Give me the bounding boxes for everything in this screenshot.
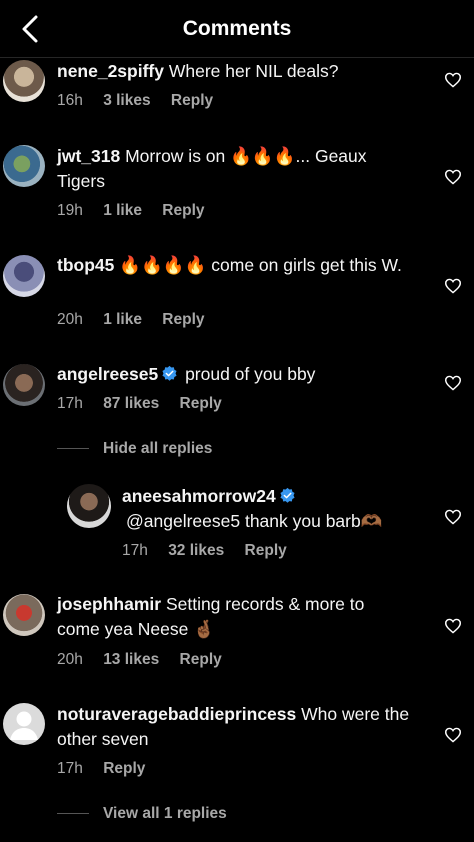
- avatar[interactable]: [3, 703, 45, 745]
- reply-username[interactable]: aneesahmorrow24: [122, 486, 276, 506]
- comment-text: 🔥🔥🔥🔥 come on girls get this W.: [119, 255, 402, 275]
- avatar[interactable]: [3, 364, 45, 406]
- comment-likes[interactable]: 1 like: [103, 311, 142, 329]
- comment-time: 17h: [57, 395, 83, 412]
- reply-time: 17h: [122, 542, 148, 559]
- divider: [57, 813, 89, 815]
- comment-time: 17h: [57, 760, 83, 777]
- comment-text: Where her NIL deals?: [168, 61, 339, 81]
- page-title: Comments: [182, 17, 292, 40]
- comment-time: 20h: [57, 651, 83, 668]
- avatar[interactable]: [3, 145, 45, 187]
- verified-badge-icon: [280, 487, 295, 503]
- reply-button[interactable]: Reply: [180, 395, 222, 413]
- avatar[interactable]: [67, 484, 111, 528]
- reply-button[interactable]: Reply: [103, 760, 145, 778]
- comment-text: proud of you bby: [185, 364, 316, 384]
- comment-username[interactable]: angelreese5: [57, 364, 158, 384]
- reply-button[interactable]: Reply: [245, 542, 287, 560]
- verified-badge-icon: [162, 365, 177, 381]
- comment-time: 20h: [57, 311, 83, 328]
- comment-likes[interactable]: 3 likes: [103, 92, 150, 110]
- comment-likes[interactable]: 13 likes: [103, 651, 159, 669]
- comment-username[interactable]: noturaveragebaddieprincess: [57, 704, 296, 724]
- heart-outline-icon[interactable]: [444, 375, 462, 391]
- heart-outline-icon[interactable]: [444, 509, 462, 525]
- heart-outline-icon[interactable]: [444, 278, 462, 294]
- comment-username[interactable]: nene_2spiffy: [57, 61, 164, 81]
- avatar[interactable]: [3, 255, 45, 297]
- default-avatar-icon: [10, 711, 38, 740]
- comment-likes[interactable]: 87 likes: [103, 395, 159, 413]
- reply-button[interactable]: Reply: [162, 202, 204, 220]
- comment-username[interactable]: tbop45: [57, 255, 114, 275]
- avatar[interactable]: [3, 594, 45, 636]
- hide-replies-button[interactable]: Hide all replies: [57, 440, 212, 458]
- header-bar: Comments: [0, 0, 474, 58]
- heart-outline-icon[interactable]: [444, 618, 462, 634]
- heart-outline-icon[interactable]: [444, 727, 462, 743]
- reply-button[interactable]: Reply: [180, 651, 222, 669]
- avatar[interactable]: [3, 60, 45, 102]
- comment-username[interactable]: jwt_318: [57, 146, 120, 166]
- reply-text: @angelreese5 thank you barb🫶🏾: [126, 511, 383, 531]
- reply-button[interactable]: Reply: [171, 92, 213, 110]
- comment-likes[interactable]: 1 like: [103, 202, 142, 220]
- reply-likes[interactable]: 32 likes: [168, 542, 224, 560]
- heart-outline-icon[interactable]: [444, 169, 462, 185]
- comment-username[interactable]: josephhamir: [57, 594, 161, 614]
- heart-outline-icon[interactable]: [444, 72, 462, 88]
- reply-button[interactable]: Reply: [162, 311, 204, 329]
- divider: [57, 448, 89, 450]
- view-replies-button[interactable]: View all 1 replies: [57, 805, 227, 823]
- comment-time: 19h: [57, 202, 83, 219]
- comment-time: 16h: [57, 92, 83, 109]
